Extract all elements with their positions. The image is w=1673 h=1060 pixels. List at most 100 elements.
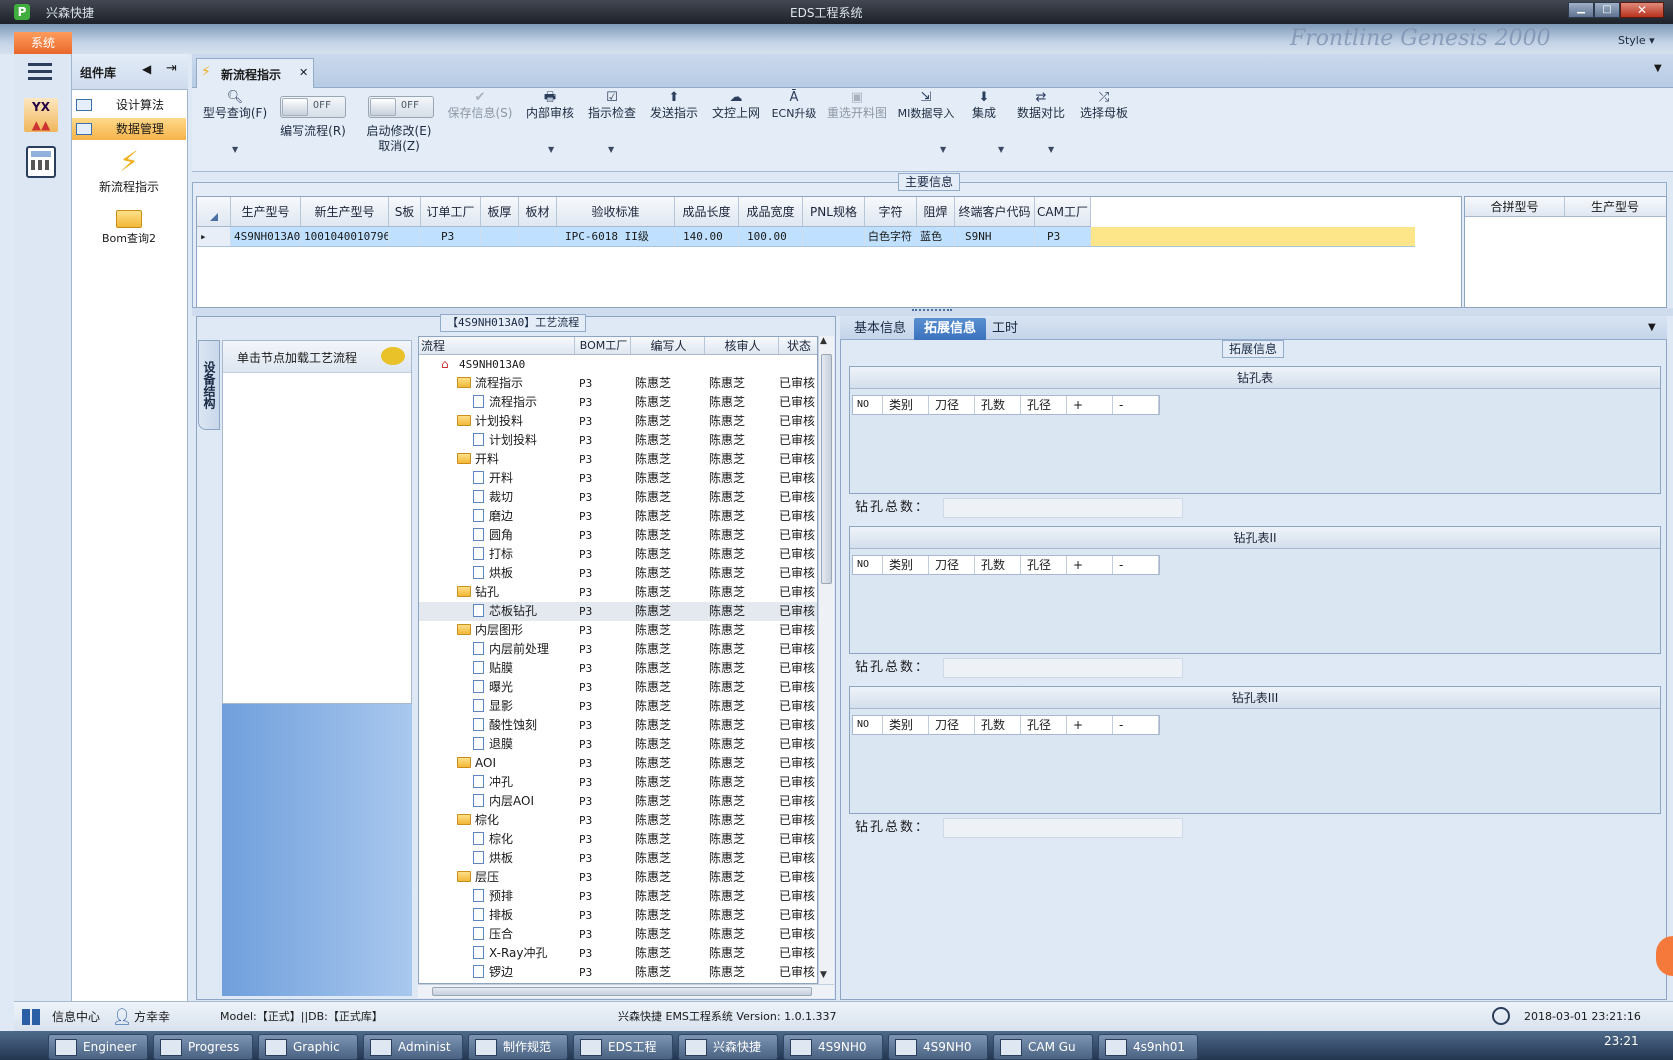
taskbar-item[interactable]: 4S9NH0 (888, 1034, 988, 1060)
column-header[interactable]: 生产型号 (1565, 197, 1665, 216)
tree-item-row[interactable]: 烘板 P3 陈惠芝 陈惠芝 已审核 (419, 849, 817, 868)
tab-dropdown-icon[interactable]: ▼ (1648, 322, 1656, 333)
pin-icon[interactable]: ⇥ (166, 61, 177, 76)
dropdown-arrow-icon[interactable]: ▼ (998, 145, 1004, 154)
tree-item-row[interactable]: 贴膜 P3 陈惠芝 陈惠芝 已审核 (419, 659, 817, 678)
tree-item-row[interactable]: 退膜 P3 陈惠芝 陈惠芝 已审核 (419, 735, 817, 754)
drill-column-header[interactable]: - (1113, 716, 1159, 734)
table-cell[interactable]: 10010400107964 (301, 227, 389, 246)
tab-dropdown-icon[interactable]: ▼ (1654, 63, 1662, 74)
column-header[interactable]: 终端客户代码 (955, 197, 1035, 226)
table-cell[interactable]: 蓝色 (917, 227, 955, 246)
column-header[interactable]: 编写人 (631, 337, 705, 354)
dropdown-arrow-icon[interactable]: ▼ (1048, 145, 1054, 154)
column-header[interactable]: 字符 (865, 197, 917, 226)
tree-folder-row[interactable]: −内层图形P3陈惠芝陈惠芝已审核 (419, 621, 817, 640)
tab-extended-info[interactable]: 拓展信息 (914, 318, 987, 340)
internal-review-button[interactable]: 🖶 内部审核 (522, 90, 578, 121)
drill-column-header[interactable]: + (1067, 716, 1113, 734)
table-cell[interactable] (519, 227, 557, 246)
menu-icon[interactable] (28, 62, 52, 82)
tab-new-flow[interactable]: ⚡ 新流程指示 ✕ (196, 58, 314, 88)
save-info-button[interactable]: ✔ 保存信息(S) (444, 90, 516, 121)
shortcut-bom-query[interactable]: Bom查询2 (72, 204, 186, 256)
taskbar-item[interactable]: Graphic (258, 1034, 358, 1060)
column-header[interactable]: 成品长度 (675, 197, 739, 226)
calculator-icon[interactable] (26, 146, 56, 178)
dropdown-arrow-icon[interactable]: ▼ (548, 145, 554, 154)
taskbar-clock[interactable]: 23:21 (1604, 1034, 1639, 1048)
column-header[interactable]: 流程 (419, 337, 575, 354)
tree-item-row[interactable]: 烘板 P3 陈惠芝 陈惠芝 已审核 (419, 564, 817, 583)
horizontal-splitter[interactable] (192, 308, 1673, 316)
tree-item-row[interactable]: 计划投料 P3 陈惠芝 陈惠芝 已审核 (419, 431, 817, 450)
drill-column-header[interactable]: - (1113, 396, 1159, 414)
minimize-button[interactable]: ▁ (1568, 2, 1594, 18)
table-row[interactable]: ▸ 4S9NH013A0 10010400107964 P3 IPC-6018 … (197, 227, 1415, 247)
tree-folder-row[interactable]: −棕化P3陈惠芝陈惠芝已审核 (419, 811, 817, 830)
close-button[interactable]: ✕ (1620, 2, 1664, 18)
column-header[interactable]: 生产型号 (231, 197, 301, 226)
taskbar-item[interactable]: Administ (363, 1034, 463, 1060)
drill-total-field[interactable] (943, 658, 1183, 678)
dropdown-arrow-icon[interactable]: ▼ (940, 145, 946, 154)
tree-item-row[interactable]: 裁切 P3 陈惠芝 陈惠芝 已审核 (419, 488, 817, 507)
table-cell[interactable]: P3 (421, 227, 481, 246)
tree-item-row[interactable]: 酸性蚀刻 P3 陈惠芝 陈惠芝 已审核 (419, 716, 817, 735)
column-header[interactable]: 验收标准 (557, 197, 675, 226)
table-cell[interactable]: 140.00 (675, 227, 739, 246)
tree-item-row[interactable]: 预排 P3 陈惠芝 陈惠芝 已审核 (419, 887, 817, 906)
doc-control-button[interactable]: ☁ 文控上网 (708, 90, 764, 121)
tab-work-hours[interactable]: 工时 (982, 318, 1028, 340)
tree-item-row[interactable]: 芯板钻孔 P3 陈惠芝 陈惠芝 已审核 (419, 602, 817, 621)
tree-root[interactable]: − ⌂ 4S9NH013A0 (419, 355, 817, 374)
taskbar-item[interactable]: Progress (153, 1034, 253, 1060)
tree-item-row[interactable]: 开料 P3 陈惠芝 陈惠芝 已审核 (419, 469, 817, 488)
tree-item-row[interactable]: 内层AOI P3 陈惠芝 陈惠芝 已审核 (419, 792, 817, 811)
tree-item-row[interactable]: 显影 P3 陈惠芝 陈惠芝 已审核 (419, 697, 817, 716)
dropdown-arrow-icon[interactable]: ▼ (232, 145, 238, 154)
table-cell[interactable]: 白色字符 (865, 227, 917, 246)
taskbar-item[interactable]: 4s9nh01 (1098, 1034, 1198, 1060)
column-header[interactable]: 板厚 (481, 197, 519, 226)
table-cell[interactable] (389, 227, 421, 246)
model-query-button[interactable]: 🔍︎ 型号查询(F) (200, 90, 270, 121)
close-tab-icon[interactable]: ✕ (299, 66, 308, 79)
tree-folder-row[interactable]: −流程指示P3陈惠芝陈惠芝已审核 (419, 374, 817, 393)
write-flow-toggle[interactable]: OFF (280, 96, 346, 118)
tab-device-structure[interactable]: 设备结构 (198, 340, 220, 430)
tree-folder-row[interactable]: −AOIP3陈惠芝陈惠芝已审核 (419, 754, 817, 773)
tree-item-row[interactable]: 棕化 P3 陈惠芝 陈惠芝 已审核 (419, 830, 817, 849)
table-cell[interactable] (481, 227, 519, 246)
select-motherboard-button[interactable]: ⤮ 选择母板 (1076, 90, 1132, 121)
mi-import-button[interactable]: ⇲ MI数据导入 (894, 90, 958, 121)
drill-column-header[interactable]: - (1113, 556, 1159, 574)
tree-item-row[interactable]: 排板 P3 陈惠芝 陈惠芝 已审核 (419, 906, 817, 925)
column-header[interactable]: CAM工厂 (1035, 197, 1091, 226)
table-cell[interactable]: 4S9NH013A0 (231, 227, 301, 246)
windows-grid-icon[interactable] (22, 1009, 40, 1025)
collapse-left-icon[interactable]: ◀ (142, 62, 151, 76)
table-cell[interactable]: S9NH (955, 227, 1035, 246)
tree-item-row[interactable]: 曝光 P3 陈惠芝 陈惠芝 已审核 (419, 678, 817, 697)
ecn-upgrade-button[interactable]: Ᾱ ECN升级 (768, 90, 820, 121)
drill-total-field[interactable] (943, 498, 1183, 518)
taskbar-item[interactable]: CAM Gu (993, 1034, 1093, 1060)
taskbar-item[interactable]: 制作规范 (468, 1034, 568, 1060)
tree-scrollbar[interactable]: ▲ ▼ (818, 336, 834, 984)
tree-item-row[interactable]: 流程指示 P3 陈惠芝 陈惠芝 已审核 (419, 393, 817, 412)
reselect-cut-map-button[interactable]: ▣ 重选开料图 (824, 90, 890, 121)
maximize-button[interactable]: □ (1594, 2, 1620, 18)
tab-basic-info[interactable]: 基本信息 (844, 318, 916, 340)
tree-folder-row[interactable]: −钻孔P3陈惠芝陈惠芝已审核 (419, 583, 817, 602)
data-compare-button[interactable]: ⇄ 数据对比 (1012, 90, 1070, 121)
yx-factory-icon[interactable]: YX ▲▲ (24, 98, 58, 132)
instruction-check-button[interactable]: ☑ 指示检查 (584, 90, 640, 121)
taskbar-item[interactable]: Engineer (48, 1034, 148, 1060)
tree-item-row[interactable]: 内层前处理 P3 陈惠芝 陈惠芝 已审核 (419, 640, 817, 659)
library-item-data[interactable]: 数据管理 (72, 118, 186, 140)
column-header[interactable]: 板材 (519, 197, 557, 226)
integrate-button[interactable]: ⬇ 集成 (964, 90, 1004, 121)
tree-item-row[interactable]: 打标 P3 陈惠芝 陈惠芝 已审核 (419, 545, 817, 564)
column-header[interactable]: 核审人 (705, 337, 779, 354)
